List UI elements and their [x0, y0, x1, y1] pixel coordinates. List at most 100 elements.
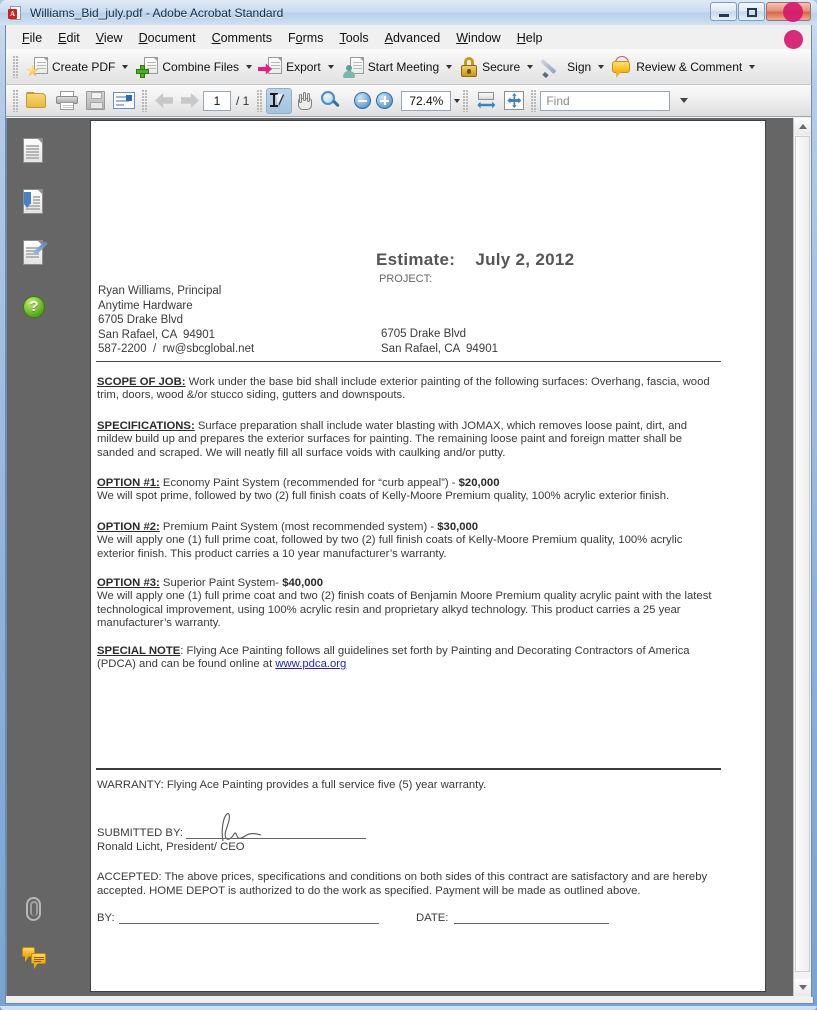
help-panel-icon: ?: [23, 296, 45, 318]
open-button[interactable]: [22, 87, 52, 115]
save-floppy-icon: [86, 91, 105, 110]
scroll-up-arrow-icon: [798, 124, 807, 129]
section-scope-body: Work under the base bid shall include ex…: [97, 376, 710, 402]
zoom-level-input[interactable]: 72.4%: [401, 90, 452, 111]
menu-advanced[interactable]: Advanced: [377, 29, 449, 47]
by-label: BY:: [97, 912, 115, 924]
create-pdf-button[interactable]: Create PDF: [22, 53, 132, 81]
find-input[interactable]: Find: [540, 90, 671, 111]
sign-button[interactable]: Sign: [537, 53, 608, 81]
arrow-right-icon: [181, 93, 199, 108]
tasks-toolbar: Create PDF Combine Files Export Start Me…: [5, 49, 812, 85]
accepted-text: ACCEPTED: The above prices, specificatio…: [97, 871, 708, 897]
print-button[interactable]: [52, 87, 82, 115]
chevron-down-icon[interactable]: [246, 64, 253, 69]
select-tool-button[interactable]: [266, 87, 293, 114]
lock-icon: [460, 56, 478, 77]
page-number-input[interactable]: 1: [203, 90, 231, 111]
date-rule: [454, 923, 609, 924]
zoom-chevron-down-icon[interactable]: [454, 98, 461, 103]
menu-advanced-rest: dvanced: [392, 31, 441, 45]
marquee-zoom-button[interactable]: [318, 88, 344, 114]
acrobat-window: A Williams_Bid_july.pdf - Adobe Acrobat …: [0, 0, 817, 1010]
divider-bottom: [96, 768, 721, 770]
scrollbar-thumb[interactable]: [795, 136, 810, 972]
menu-edit[interactable]: Edit: [50, 29, 88, 47]
previous-page-button[interactable]: [151, 87, 177, 115]
start-meeting-button[interactable]: Start Meeting: [338, 53, 456, 81]
review-comment-button[interactable]: Review & Comment: [608, 53, 759, 81]
status-bar: [5, 997, 814, 1004]
special-note-lead: : Flying Ace Painting follows all guidel…: [97, 645, 690, 671]
find-chevron-down-icon[interactable]: [680, 98, 689, 103]
zoom-out-button[interactable]: [354, 92, 372, 109]
maximize-button[interactable]: [738, 2, 765, 21]
menu-document[interactable]: Document: [131, 29, 204, 47]
section-specifications-heading: SPECIFICATIONS:: [97, 420, 195, 432]
section-option-3: OPTION #3: Superior Paint System- $40,00…: [97, 577, 717, 630]
chevron-down-icon[interactable]: [527, 64, 534, 69]
section-special-note: SPECIAL NOTE: Flying Ace Painting follow…: [97, 645, 717, 672]
submitted-by-label: SUBMITTED BY:: [97, 827, 183, 839]
combine-files-button[interactable]: Combine Files: [132, 53, 256, 81]
combine-files-icon: [136, 56, 159, 78]
save-button[interactable]: [82, 87, 109, 115]
zoom-in-button[interactable]: [376, 92, 394, 109]
scroll-down-button[interactable]: [794, 979, 811, 996]
pointer-highlight-menubar: [784, 30, 803, 49]
pdca-link[interactable]: www.pdca.org: [275, 658, 346, 670]
vertical-scrollbar[interactable]: [793, 118, 811, 996]
sidebar-item-attachments[interactable]: [17, 892, 51, 926]
menu-window[interactable]: Window: [448, 29, 508, 47]
find-placeholder: Find: [546, 93, 570, 108]
secure-button[interactable]: Secure: [456, 53, 537, 81]
email-button[interactable]: [109, 87, 139, 115]
export-button[interactable]: Export: [256, 53, 338, 81]
minimize-button[interactable]: [710, 2, 737, 21]
toolbar-grip[interactable]: [463, 89, 470, 112]
menu-file[interactable]: File: [14, 29, 50, 47]
bookmarks-panel-icon: [23, 189, 45, 215]
sidebar-item-how-to[interactable]: ?: [17, 290, 51, 324]
section-option-2: OPTION #2: Premium Paint System (most re…: [97, 521, 717, 561]
fit-page-button[interactable]: [500, 87, 528, 115]
menu-help[interactable]: Help: [509, 29, 551, 47]
menu-edit-rest: dit: [66, 31, 80, 45]
menu-comments-rest: omments: [220, 31, 273, 45]
menu-bar: File Edit View Document Comments Forms T…: [5, 27, 812, 49]
project-address-block: 6705 Drake Blvd San Rafael, CA 94901: [381, 328, 498, 355]
fit-width-button[interactable]: [472, 87, 500, 115]
document-scroll-area[interactable]: Estimate: July 2, 2012 PROJECT: Ryan Wil…: [61, 118, 788, 996]
hand-tool-button[interactable]: [292, 88, 318, 114]
chevron-down-icon[interactable]: [598, 64, 605, 69]
attachments-panel-icon: [23, 896, 45, 922]
scroll-up-button[interactable]: [794, 118, 811, 135]
pdf-page: Estimate: July 2, 2012 PROJECT: Ryan Wil…: [90, 120, 766, 992]
toolbar-grip[interactable]: [13, 89, 19, 112]
toolbar-grip[interactable]: [531, 89, 538, 112]
sidebar-item-comments[interactable]: [17, 940, 51, 974]
toolbar-grip[interactable]: [142, 89, 148, 112]
next-page-button[interactable]: [177, 87, 203, 115]
toolbar-grip[interactable]: [257, 89, 264, 112]
chevron-down-icon[interactable]: [327, 64, 334, 69]
chevron-down-icon[interactable]: [122, 64, 129, 69]
menu-comments[interactable]: Comments: [204, 29, 280, 47]
hand-icon: [295, 91, 315, 110]
menu-tools[interactable]: Tools: [331, 29, 376, 47]
create-pdf-icon: [26, 56, 48, 78]
toolbar-grip[interactable]: [13, 55, 19, 78]
minimize-icon: [719, 14, 729, 17]
option-1-amount: $20,000: [458, 477, 500, 489]
arrow-left-icon: [155, 93, 173, 108]
fit-width-icon: [476, 91, 496, 110]
chevron-down-icon[interactable]: [749, 64, 756, 69]
sidebar-item-bookmarks[interactable]: [17, 185, 51, 219]
sidebar-item-signatures[interactable]: [17, 236, 51, 270]
sidebar-item-pages[interactable]: [17, 134, 51, 168]
divider-top: [96, 361, 721, 362]
menu-view[interactable]: View: [88, 29, 131, 47]
chevron-down-icon[interactable]: [446, 64, 453, 69]
menu-window-rest: indow: [468, 31, 501, 45]
menu-forms[interactable]: Forms: [280, 29, 331, 47]
